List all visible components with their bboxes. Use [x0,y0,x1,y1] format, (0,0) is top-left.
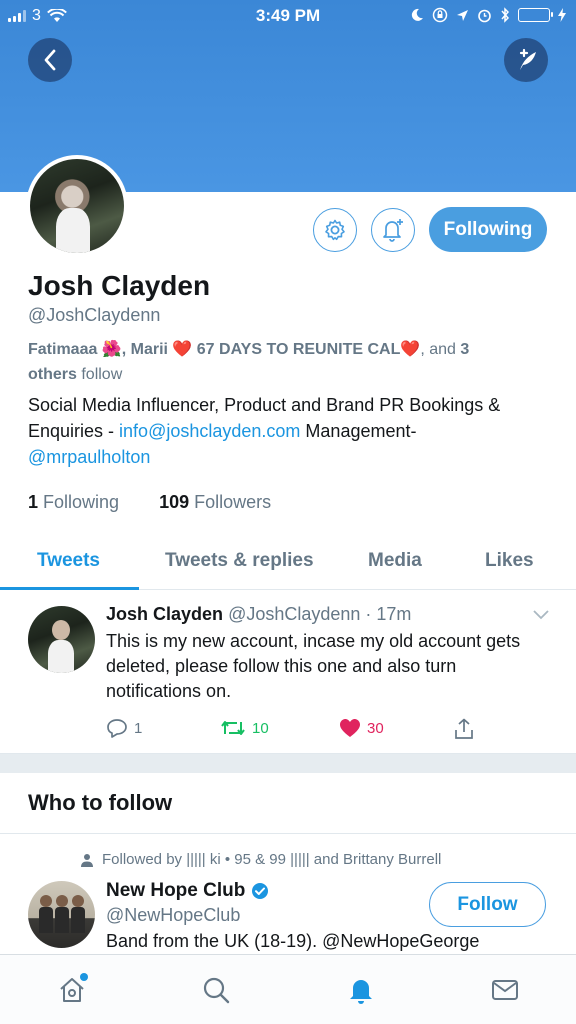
retweet-icon [221,721,245,735]
gear-icon [325,219,345,241]
suggested-account-handle: @NewHopeClub [106,905,241,925]
retweet-count: 10 [252,719,269,737]
status-right [410,7,566,23]
following-count-link[interactable]: 1 Following [28,492,119,513]
chevron-down-icon[interactable] [532,609,550,621]
tweet-text: This is my new account, incase my old ac… [106,631,521,701]
person-icon [81,853,93,867]
followers-count: 109 [159,492,190,512]
suggestion-context-text: Followed by ||||| ki • 95 & 99 ||||| and… [102,851,442,868]
suggested-account-avatar[interactable] [28,881,95,948]
back-button[interactable] [28,38,72,82]
tabbar-messages[interactable] [488,973,522,1007]
heart-icon [340,719,360,737]
new-content-dot [80,973,88,981]
active-tab-indicator [0,587,139,590]
followers-count-link[interactable]: 109 Followers [159,492,271,513]
charging-icon [558,8,566,22]
verified-badge-icon [252,883,269,899]
followed-by-others: others [28,366,77,383]
compose-quill-icon [519,48,536,70]
share-button[interactable] [453,718,475,740]
followed-by-tail: follow [76,366,123,383]
following-button[interactable]: Following [429,207,547,252]
profile-settings-button[interactable] [313,208,357,252]
tabbar-search[interactable] [199,973,233,1007]
tab-tweets[interactable]: Tweets [37,550,100,572]
chevron-left-icon [44,49,56,71]
divider [0,833,576,834]
like-button[interactable]: 30 [339,718,384,738]
tab-media[interactable]: Media [368,550,422,572]
suggested-account-name[interactable]: New Hope Club [106,880,269,902]
followed-by-count: 3 [460,341,470,358]
bio-mention-link[interactable]: @mrpaulholton [28,447,150,467]
follow-counts: 1 Following 109 Followers [28,492,271,513]
followed-by-connector: , and [420,341,461,358]
status-bar: 3 3:49 PM [0,0,576,32]
reply-count: 1 [134,719,143,737]
profile-photo [30,159,124,253]
followers-label: Followers [194,492,272,512]
notifications-icon [350,980,372,1004]
location-icon [457,9,468,21]
suggestion-context: Followed by ||||| ki • 95 & 99 ||||| and… [80,851,441,868]
profile-bio: Social Media Influencer, Product and Bra… [28,392,558,470]
follow-button[interactable]: Follow [429,882,546,927]
tweet-actions: 1 10 30 [106,718,486,742]
notifications-toggle-button[interactable] [371,208,415,252]
tab-likes[interactable]: Likes [485,550,534,572]
share-icon [455,718,473,739]
moon-icon [411,8,423,21]
retweet-button[interactable]: 10 [220,718,269,738]
bell-plus-icon [383,219,403,242]
tweet-header: Josh Clayden @JoshClaydenn · 17m [106,604,411,625]
profile-name: Josh Clayden [28,270,211,301]
bottom-tab-bar [0,954,576,1024]
alarm-icon [478,9,491,22]
lock-rotation-icon [432,7,448,23]
messages-icon [492,980,518,1000]
tweet[interactable]: Josh Clayden @JoshClaydenn · 17m This is… [0,591,576,753]
followed-by-line[interactable]: Fatimaaa 🌺, Marii ❤️ 67 DAYS TO REUNITE … [28,337,548,387]
profile-tabs: Tweets Tweets & replies Media Likes [0,538,576,590]
suggested-account-bio: Band from the UK (18-19). @NewHopeGeorge [106,931,480,951]
tweet-meta: @JoshClaydenn · 17m [228,604,412,624]
suggested-account-name-text: New Hope Club [106,880,246,901]
compose-tweet-button[interactable] [504,38,548,82]
bio-text-2: Management- [300,421,417,441]
tweet-avatar[interactable] [28,606,95,673]
search-icon [203,977,230,1004]
tweet-author-name[interactable]: Josh Clayden [106,604,223,624]
bio-email-link[interactable]: info@joshclayden.com [119,421,300,441]
tabbar-home[interactable] [55,973,89,1007]
section-separator [0,753,576,773]
battery-icon [518,8,553,22]
followed-by-names: Fatimaaa 🌺, Marii ❤️ 67 DAYS TO REUNITE … [28,341,421,358]
reply-button[interactable]: 1 [106,718,142,738]
tabbar-notifications[interactable] [344,973,378,1007]
bluetooth-icon [501,7,510,23]
tab-tweets-replies[interactable]: Tweets & replies [165,550,314,572]
like-count: 30 [367,719,384,737]
profile-handle: @JoshClaydenn [28,305,161,325]
who-to-follow-title: Who to follow [28,790,173,815]
following-label: Following [43,492,120,512]
following-count: 1 [28,492,39,512]
reply-icon [107,719,127,738]
profile-avatar[interactable] [26,155,128,257]
